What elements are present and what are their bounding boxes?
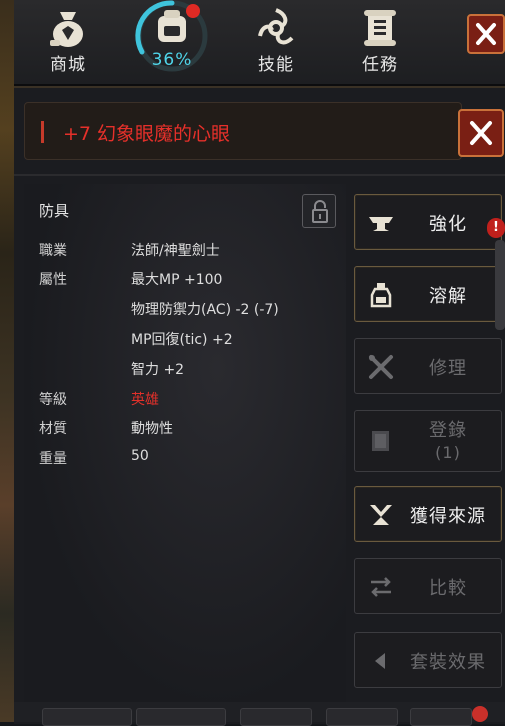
game-scene-edge — [0, 0, 14, 722]
stat-label: 等級 — [39, 392, 67, 408]
enhance-button[interactable]: 強化 — [354, 194, 502, 250]
bottom-toolbar — [14, 702, 505, 726]
stat-label: 重量 — [39, 451, 67, 467]
compare-button[interactable]: 比較 — [354, 558, 502, 614]
register-count: (1) — [435, 443, 461, 462]
nav-quests[interactable]: 任務 — [340, 0, 420, 84]
top-nav-bar: 商城 36% 技能 任務 — [14, 0, 505, 86]
stat-label: 屬性 — [39, 272, 67, 288]
close-icon — [476, 23, 496, 45]
enhance-label: 強化 — [429, 214, 467, 235]
item-title: +7 幻象眼魔的心眼 — [63, 123, 231, 145]
bottom-slot[interactable] — [136, 708, 226, 726]
acquire-source-label: 獲得來源 — [410, 506, 486, 527]
lock-icon — [312, 200, 328, 223]
register-label: 登錄 — [429, 420, 467, 441]
arrow-left-icon — [375, 653, 385, 669]
stat-value: 法師/神聖劍士 — [131, 243, 220, 259]
item-title-bar: +7 幻象眼魔的心眼 — [24, 102, 462, 160]
set-effect-button[interactable]: 套裝效果 — [354, 632, 502, 688]
side-scroll-handle[interactable] — [495, 240, 505, 330]
close-icon[interactable] — [472, 706, 488, 722]
notification-dot — [186, 4, 200, 18]
set-effect-label: 套裝效果 — [410, 652, 486, 673]
alert-badge: ! — [487, 218, 505, 238]
scroll-icon — [364, 10, 396, 46]
compare-label: 比較 — [429, 578, 467, 599]
stat-label: 職業 — [39, 243, 67, 259]
stat-value: 50 — [131, 448, 149, 464]
bottom-slot[interactable] — [410, 708, 472, 726]
rarity-value: 英雄 — [131, 392, 159, 408]
lock-button[interactable] — [302, 194, 336, 228]
title-accent-bar — [41, 121, 44, 143]
dissolve-button[interactable]: 溶解 — [354, 266, 502, 322]
dissolve-label: 溶解 — [429, 286, 467, 307]
nav-skills[interactable]: 技能 — [236, 0, 316, 84]
bottom-slot[interactable] — [326, 708, 398, 726]
nav-shop[interactable]: 商城 — [28, 0, 108, 84]
stat-value: 智力 +2 — [131, 362, 185, 378]
register-label-group: 登錄 (1) — [401, 411, 495, 473]
item-stats-box: 防具 職業 法師/神聖劍士 屬性 最大MP +100 物理防禦力(AC) -2 … — [24, 184, 346, 710]
stat-label: 材質 — [39, 421, 67, 437]
panel-close-button[interactable] — [458, 109, 504, 157]
item-detail-panel: +7 幻象眼魔的心眼 防具 職業 法師/神聖劍士 屬性 最大MP +100 物理… — [14, 86, 505, 724]
bottom-slot[interactable] — [42, 708, 132, 726]
anvil-icon — [369, 217, 393, 231]
stat-value: MP回復(tic) +2 — [131, 332, 233, 348]
stat-value: 最大MP +100 — [131, 272, 223, 288]
nav-skills-label: 技能 — [258, 55, 294, 75]
bottom-slot[interactable] — [240, 708, 312, 726]
bag-icon — [50, 12, 83, 47]
skill-icon — [258, 8, 294, 45]
swap-icon — [371, 577, 391, 597]
source-icon — [370, 505, 392, 525]
nav-quests-label: 任務 — [362, 55, 398, 75]
close-icon — [470, 121, 492, 145]
top-close-button[interactable] — [467, 14, 505, 54]
nav-shop-label: 商城 — [50, 55, 86, 75]
item-category: 防具 — [39, 202, 70, 220]
panel-divider — [14, 174, 505, 176]
book-icon — [372, 431, 389, 451]
repair-label: 修理 — [429, 358, 467, 379]
register-button[interactable]: 登錄 (1) — [354, 410, 502, 472]
stat-value: 動物性 — [131, 421, 173, 437]
inventory-percent: 36% — [151, 50, 193, 70]
acquire-source-button[interactable]: 獲得來源 — [354, 486, 502, 542]
repair-button[interactable]: 修理 — [354, 338, 502, 394]
stat-value: 物理防禦力(AC) -2 (-7) — [131, 302, 279, 318]
nav-inventory[interactable]: 36% — [132, 0, 212, 84]
tools-icon — [369, 355, 393, 379]
potion-icon — [370, 283, 392, 308]
